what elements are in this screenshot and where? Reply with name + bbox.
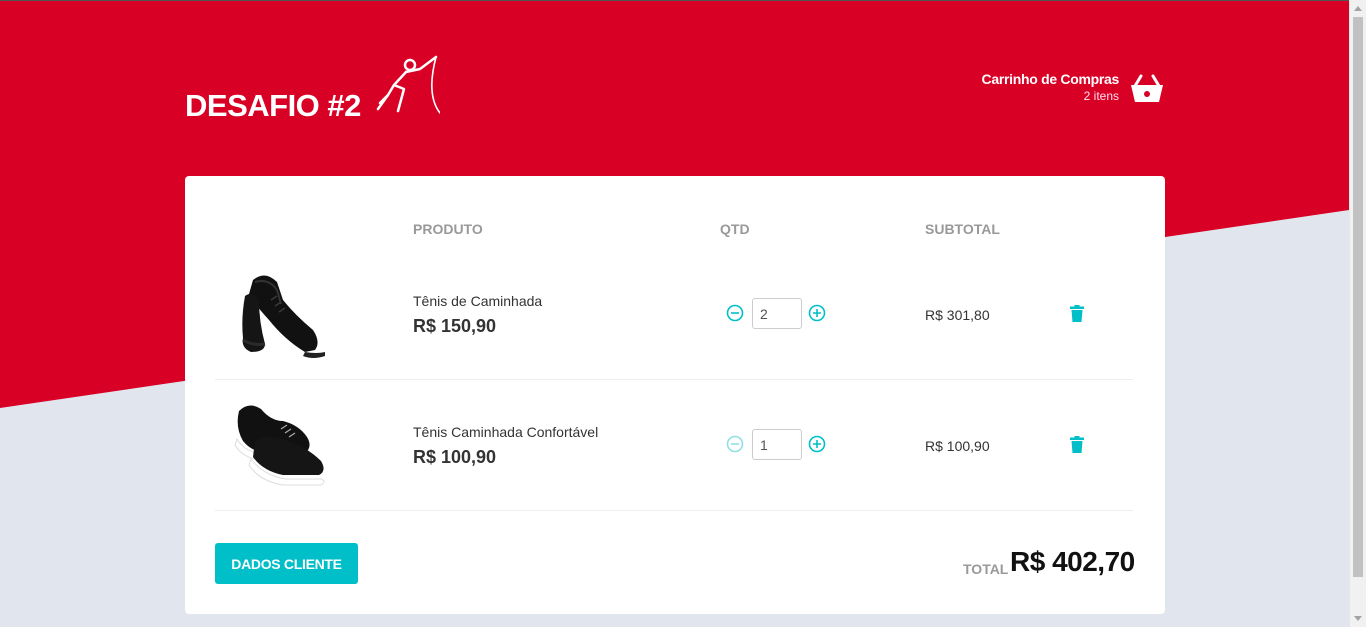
- total-label: TOTAL: [963, 561, 1009, 577]
- cart-label: Carrinho de Compras: [981, 71, 1120, 87]
- scrollbar[interactable]: [1349, 0, 1366, 627]
- basket-icon[interactable]: [1129, 72, 1165, 104]
- table-row: Tênis de Caminhada R$ 150,90 R$ 301,80: [215, 248, 1133, 379]
- total-value: R$ 402,70: [1010, 546, 1135, 577]
- page-title: DESAFIO #2: [185, 88, 361, 123]
- column-header-product: PRODUTO: [413, 221, 483, 237]
- column-header-subtotal: SUBTOTAL: [925, 221, 1000, 237]
- cart-count: 2 itens: [1083, 89, 1119, 103]
- increase-qty-icon[interactable]: [808, 304, 826, 322]
- quantity-input[interactable]: [752, 298, 802, 329]
- product-name: Tênis de Caminhada: [413, 293, 543, 309]
- fencer-icon: [376, 55, 440, 114]
- product-price: R$ 100,90: [413, 447, 497, 467]
- cart-card: PRODUTO QTD SUBTOTAL Tênis de Caminhada …: [185, 176, 1165, 614]
- scroll-thumb[interactable]: [1353, 17, 1363, 577]
- customer-data-button[interactable]: DADOS CLIENTE: [215, 543, 358, 584]
- column-header-qty: QTD: [720, 221, 750, 237]
- decrease-qty-icon[interactable]: [726, 435, 744, 453]
- trash-icon[interactable]: [1070, 305, 1084, 322]
- row-subtotal: R$ 301,80: [925, 307, 990, 323]
- quantity-input[interactable]: [752, 429, 802, 460]
- cart-summary[interactable]: Carrinho de Compras 2 itens: [981, 71, 1120, 103]
- trash-icon[interactable]: [1070, 436, 1084, 453]
- row-subtotal: R$ 100,90: [925, 438, 990, 454]
- black-sneaker-image: [242, 275, 325, 358]
- black-white-sneaker-image: [234, 405, 325, 486]
- scroll-up-arrow[interactable]: [1354, 6, 1362, 11]
- decrease-qty-icon[interactable]: [726, 304, 744, 322]
- table-row: Tênis Caminhada Confortável R$ 100,90 R$…: [215, 379, 1133, 510]
- row-divider: [215, 510, 1133, 511]
- increase-qty-icon[interactable]: [808, 435, 826, 453]
- scroll-down-arrow[interactable]: [1354, 616, 1362, 621]
- product-name: Tênis Caminhada Confortável: [413, 424, 599, 440]
- product-price: R$ 150,90: [413, 316, 497, 336]
